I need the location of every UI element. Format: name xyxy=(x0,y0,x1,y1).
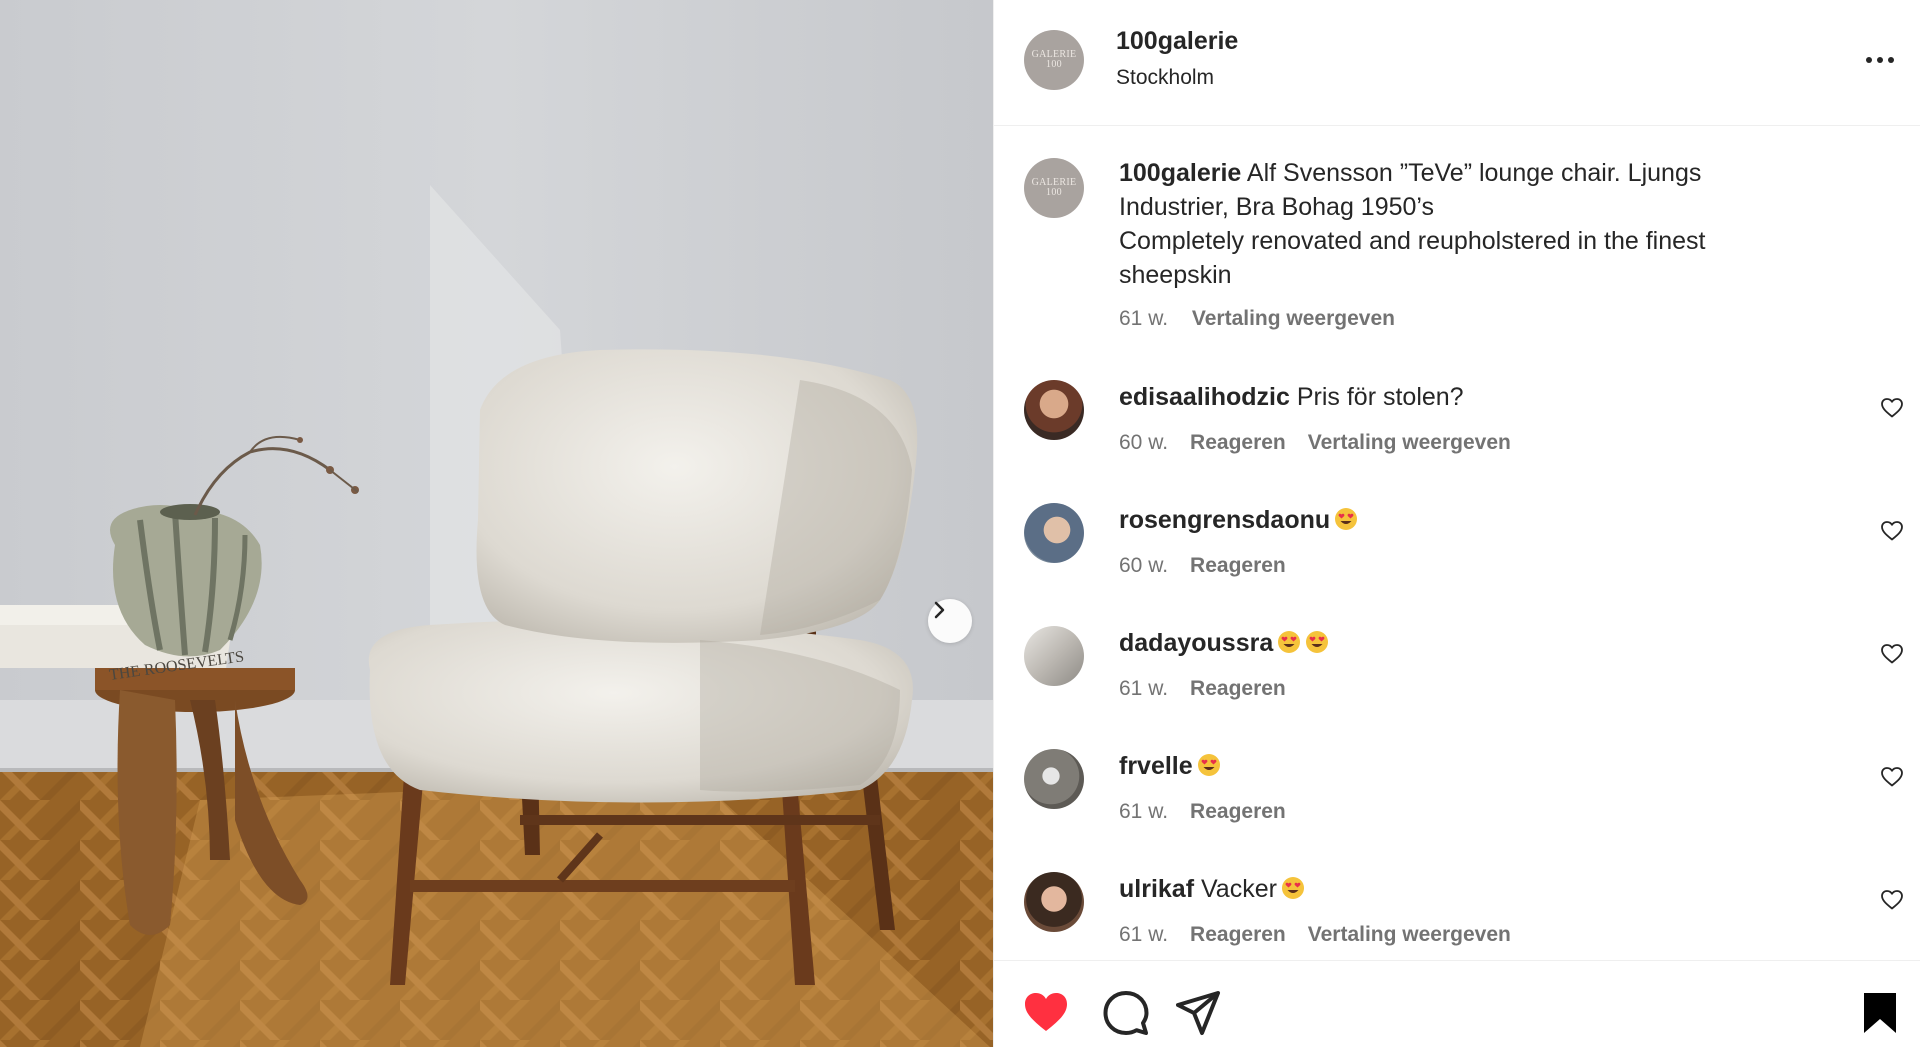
comment-time[interactable]: 60 w. xyxy=(1119,431,1168,454)
avatar-logo: GALERIE 100 xyxy=(1031,177,1077,198)
commenter-username[interactable]: dadayoussra xyxy=(1119,629,1273,657)
heart-outline-icon[interactable] xyxy=(1880,888,1904,912)
caption-text: 100galerie Alf Svensson ”TeVe” lounge ch… xyxy=(1119,156,1809,336)
comment-meta: 60 w. Reageren Vertaling weergeven xyxy=(1119,431,1533,455)
caption-author-avatar[interactable]: GALERIE 100 xyxy=(1024,158,1084,218)
author-avatar[interactable]: GALERIE 100 xyxy=(1024,30,1084,90)
comment-row: frvelle 61 w. Reageren xyxy=(994,749,1920,873)
heart-outline-icon[interactable] xyxy=(1880,519,1904,543)
reply-button[interactable]: Reageren xyxy=(1190,554,1286,577)
comment-text-line: frvelle xyxy=(1119,752,1221,781)
comment-text-line: dadayoussra xyxy=(1119,629,1329,658)
comment-text-line: rosengrensdaonu xyxy=(1119,506,1358,535)
avatar-logo: GALERIE 100 xyxy=(1031,49,1077,70)
chair-photo-illustration: THE ROOSEVELTS xyxy=(0,0,993,1047)
chevron-right-icon xyxy=(934,601,945,619)
heart-eyes-emoji-icon xyxy=(1197,754,1220,776)
reply-button[interactable]: Reageren xyxy=(1190,677,1286,700)
commenter-avatar[interactable] xyxy=(1024,749,1084,809)
commenter-avatar[interactable] xyxy=(1024,503,1084,563)
post-photo[interactable]: THE ROOSEVELTS xyxy=(0,0,993,1047)
next-image-button[interactable] xyxy=(928,599,972,643)
commenter-username[interactable]: rosengrensdaonu xyxy=(1119,506,1330,534)
commenter-avatar[interactable] xyxy=(1024,872,1084,932)
comment-meta: 61 w. Reageren xyxy=(1119,800,1308,824)
comment-text: Vacker xyxy=(1200,875,1277,903)
caption-time[interactable]: 61 w. xyxy=(1119,307,1168,330)
post-header: GALERIE 100 100galerie Stockholm xyxy=(994,0,1920,126)
caption-meta: 61 w. Vertaling weergeven xyxy=(1119,302,1809,336)
more-options-button[interactable] xyxy=(1860,48,1900,72)
comment-time[interactable]: 60 w. xyxy=(1119,554,1168,577)
reply-button[interactable]: Reageren xyxy=(1190,923,1286,946)
bookmark-filled-icon[interactable] xyxy=(1856,989,1904,1037)
reply-button[interactable]: Reageren xyxy=(1190,800,1286,823)
heart-filled-icon[interactable] xyxy=(1022,989,1070,1037)
commenter-username[interactable]: frvelle xyxy=(1119,752,1193,780)
post-location[interactable]: Stockholm xyxy=(1116,66,1214,90)
comment-text: Pris för stolen? xyxy=(1296,383,1464,411)
comment-row: edisaalihodzic Pris för stolen? 60 w. Reag… xyxy=(994,380,1920,504)
comment-meta: 60 w. Reageren xyxy=(1119,554,1308,578)
caption-username[interactable]: 100galerie xyxy=(1119,159,1241,187)
reply-button[interactable]: Reageren xyxy=(1190,431,1286,454)
comment-time[interactable]: 61 w. xyxy=(1119,923,1168,946)
comment-text-line: edisaalihodzic Pris för stolen? xyxy=(1119,383,1464,412)
comment-row: dadayoussra 61 w. Reageren xyxy=(994,626,1920,750)
heart-outline-icon[interactable] xyxy=(1880,765,1904,789)
heart-eyes-emoji-icon xyxy=(1278,631,1301,653)
heart-outline-icon[interactable] xyxy=(1880,642,1904,666)
commenter-username[interactable]: ulrikaf xyxy=(1119,875,1194,903)
send-icon[interactable] xyxy=(1174,989,1222,1037)
heart-eyes-emoji-icon xyxy=(1306,631,1329,653)
comment-icon[interactable] xyxy=(1102,989,1150,1037)
caption-line2: Completely renovated and reupholstered i… xyxy=(1119,227,1706,289)
comment-meta: 61 w. Reageren Vertaling weergeven xyxy=(1119,923,1533,947)
translate-link[interactable]: Vertaling weergeven xyxy=(1308,923,1511,946)
heart-outline-icon[interactable] xyxy=(1880,396,1904,420)
comment-time[interactable]: 61 w. xyxy=(1119,677,1168,700)
more-horizontal-icon xyxy=(1866,57,1872,63)
comment-row: rosengrensdaonu 60 w. Reageren xyxy=(994,503,1920,627)
post-side-panel: GALERIE 100 100galerie Stockholm GALERIE… xyxy=(993,0,1920,1047)
heart-eyes-emoji-icon xyxy=(1281,877,1304,899)
commenter-username[interactable]: edisaalihodzic xyxy=(1119,383,1290,411)
commenter-avatar[interactable] xyxy=(1024,626,1084,686)
commenter-avatar[interactable] xyxy=(1024,380,1084,440)
action-bar xyxy=(994,960,1920,1047)
translate-link[interactable]: Vertaling weergeven xyxy=(1308,431,1511,454)
comment-time[interactable]: 61 w. xyxy=(1119,800,1168,823)
comment-text-line: ulrikaf Vacker xyxy=(1119,875,1305,904)
author-username[interactable]: 100galerie xyxy=(1116,27,1238,56)
heart-eyes-emoji-icon xyxy=(1335,508,1358,530)
comment-meta: 61 w. Reageren xyxy=(1119,677,1308,701)
caption-translate-link[interactable]: Vertaling weergeven xyxy=(1192,307,1395,330)
